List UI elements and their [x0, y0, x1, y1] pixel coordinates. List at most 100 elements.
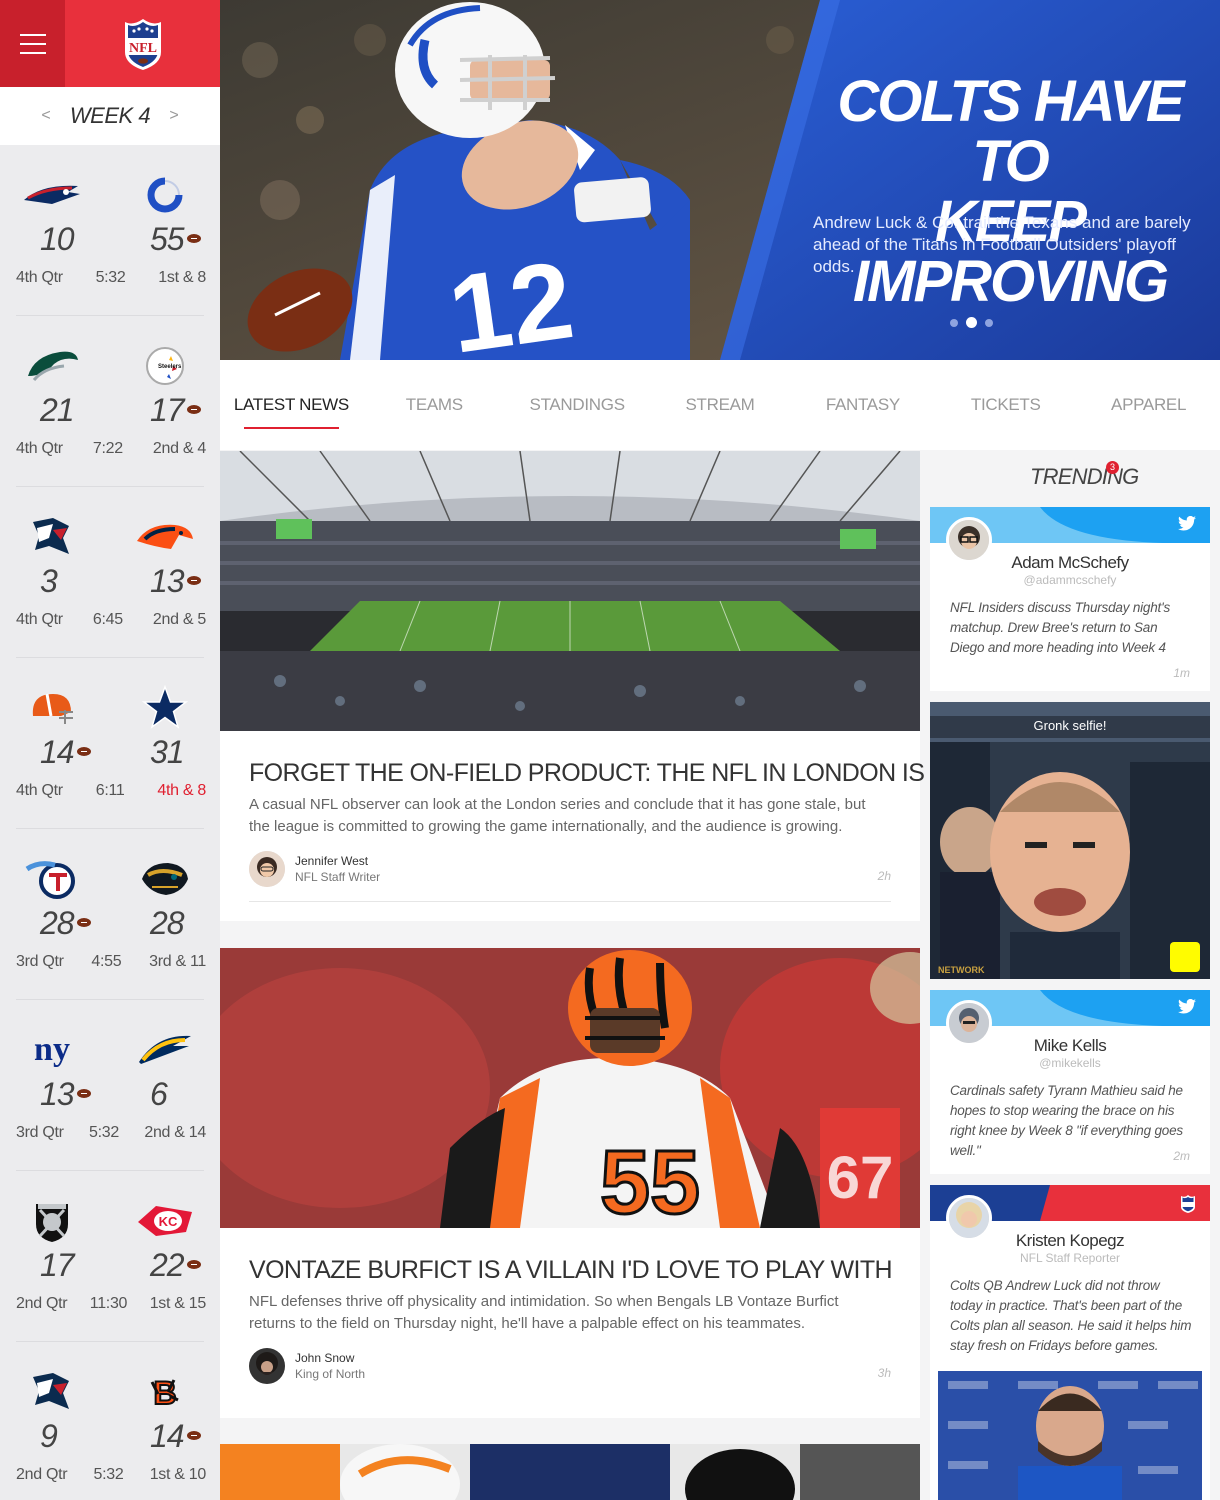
tweet-handle[interactable]: @adammcschefy: [930, 573, 1210, 587]
main-nav-tabs: LATEST NEWS TEAMS STANDINGS STREAM FANTASY TI…: [220, 360, 1220, 450]
reporter-text: Colts QB Andrew Luck did not throw today…: [950, 1278, 1192, 1353]
svg-text:ny: ny: [34, 1031, 70, 1068]
tab-apparel[interactable]: APPAREL: [1077, 387, 1220, 423]
author-avatar: [249, 1348, 285, 1384]
game-status: 4th Qtr 6:45 2nd & 5: [16, 611, 206, 629]
hero-banner[interactable]: 12 COLTS HAVE TO KEEP IMPROVING Andrew L…: [220, 0, 1220, 360]
game-status: 2nd Qtr 11:30 1st & 15: [16, 1295, 206, 1313]
game-score-item[interactable]: 10 55 4th Qtr 5:32 1st & 8: [0, 145, 220, 316]
game-clock: 4:55: [91, 953, 122, 970]
game-quarter: 3rd Qtr: [16, 1124, 64, 1141]
possession-football-icon: [186, 576, 201, 586]
home-score: 6: [150, 1076, 168, 1112]
tweet-author-name[interactable]: Adam McSchefy: [930, 553, 1210, 573]
game-quarter: 4th Qtr: [16, 269, 63, 286]
game-score-item[interactable]: 14 31 4th Qtr 6:11 4th & 8: [0, 658, 220, 829]
article-author[interactable]: John Snow King of North: [249, 1348, 365, 1384]
scores-sidebar: NFL < WEEK 4 > 10 55 4th Qtr 5:32 1st & 8 Ste…: [0, 0, 220, 1500]
reporter-card[interactable]: Kristen Kopegz NFL Staff Reporter Colts …: [930, 1185, 1210, 1500]
game-score-item[interactable]: B 9 14 2nd Qtr 5:32 1st & 10: [0, 1342, 220, 1500]
tab-latest-news[interactable]: LATEST NEWS: [220, 387, 363, 429]
colts-logo-icon: [135, 173, 195, 217]
away-score: 3: [40, 563, 58, 599]
carousel-dot[interactable]: [950, 318, 958, 327]
home-score: 14: [150, 1418, 201, 1455]
next-week-button[interactable]: >: [154, 107, 194, 125]
game-status: 4th Qtr 6:11 4th & 8: [16, 782, 206, 800]
game-score-item[interactable]: KC 17 22 2nd Qtr 11:30 1st & 15: [0, 1171, 220, 1342]
tweet-card[interactable]: Mike Kells @mikekells Cardinals safety T…: [930, 990, 1210, 1174]
game-clock: 6:11: [95, 782, 125, 799]
tweet-time: 2m: [1173, 1149, 1190, 1163]
trending-title: TRENDING: [1030, 464, 1139, 489]
home-score: 28: [150, 905, 185, 941]
patriots-logo-icon: [22, 173, 82, 217]
game-score-item[interactable]: Steelers 21 17 4th Qtr 7:22 2nd & 4: [0, 316, 220, 487]
game-status: 4th Qtr 7:22 2nd & 4: [16, 440, 206, 458]
game-quarter: 2nd Qtr: [16, 1295, 68, 1312]
tab-fantasy[interactable]: FANTASY: [791, 387, 934, 423]
down-distance: 1st & 10: [149, 1466, 207, 1483]
article-excerpt: NFL defenses thrive off physicality and …: [249, 1293, 839, 1332]
article-title[interactable]: VONTAZE BURFICT IS A VILLAIN I'D LOVE TO…: [249, 1256, 893, 1285]
raiders-logo-icon: [22, 1199, 82, 1243]
game-quarter: 4th Qtr: [16, 611, 63, 628]
tab-tickets[interactable]: TICKETS: [934, 387, 1077, 423]
game-quarter: 4th Qtr: [16, 440, 63, 457]
possession-football-icon: [186, 1260, 201, 1270]
tweet-card[interactable]: Adam McSchefy @adammcschefy NFL Insiders…: [930, 507, 1210, 691]
texans-logo-icon: [22, 515, 82, 559]
away-score: 28: [40, 905, 91, 942]
snap-caption: Gronk selfie!: [1033, 718, 1107, 733]
steelers-logo-icon: Steelers: [135, 344, 195, 388]
article-author[interactable]: Jennifer West NFL Staff Writer: [249, 851, 380, 887]
tweet-text: NFL Insiders discuss Thursday night's ma…: [950, 600, 1171, 655]
down-distance: 1st & 15: [149, 1295, 207, 1312]
article-time: 3h: [877, 1366, 891, 1380]
down-distance: 1st & 8: [158, 269, 206, 286]
game-score-item[interactable]: 28 28 3rd Qtr 4:55 3rd & 11: [0, 829, 220, 1000]
bengals-player-image: 67 55: [220, 948, 920, 1228]
snapchat-card[interactable]: NETWORK Gronk selfie!: [930, 702, 1210, 979]
news-article-card[interactable]: FORGET THE ON-FIELD PRODUCT: THE NFL IN …: [220, 451, 1049, 921]
down-distance: 2nd & 5: [152, 611, 206, 628]
possession-football-icon: [186, 234, 201, 244]
home-score: 22: [150, 1247, 201, 1284]
stadium-image: [220, 451, 920, 731]
hero-subtitle: Andrew Luck & Co. trail the Texans and a…: [813, 213, 1191, 276]
game-clock: 5:32: [89, 1124, 119, 1141]
author-role: King of North: [295, 1367, 366, 1381]
game-score-item[interactable]: 3 13 4th Qtr 6:45 2nd & 5: [0, 487, 220, 658]
week-label: WEEK 4: [69, 103, 151, 128]
press-conference-image: [938, 1371, 1202, 1500]
game-status: 3rd Qtr 5:32 2nd & 14: [16, 1124, 206, 1142]
reporter-name[interactable]: Kristen Kopegz: [930, 1231, 1210, 1251]
carousel-dot[interactable]: [985, 318, 993, 327]
carousel-dots: [950, 317, 993, 328]
article-image: [220, 1444, 920, 1500]
hamburger-menu-icon[interactable]: [0, 0, 65, 87]
tweet-handle[interactable]: @mikekells: [930, 1056, 1210, 1070]
prev-week-button[interactable]: <: [26, 107, 66, 125]
news-article-card[interactable]: [220, 1444, 920, 1500]
browns-logo-icon: [22, 686, 82, 730]
broncos-logo-icon: [135, 515, 195, 559]
game-clock: 5:32: [95, 269, 126, 286]
tab-standings[interactable]: STANDINGS: [506, 387, 649, 423]
nfl-logo-icon[interactable]: NFL: [65, 0, 220, 87]
game-score-item[interactable]: ny 13 6 3rd Qtr 5:32 2nd & 14: [0, 1000, 220, 1171]
article-excerpt: A casual NFL observer can look at the Lo…: [249, 796, 866, 835]
svg-text:NETWORK: NETWORK: [938, 965, 985, 975]
twitter-bird-icon: [1178, 515, 1196, 536]
possession-football-icon: [76, 918, 91, 928]
tab-stream[interactable]: STREAM: [649, 387, 792, 423]
down-distance: 2nd & 4: [152, 440, 206, 457]
news-article-card[interactable]: 67 55 VONTAZE BURFICT IS A VILLAIN I'D L…: [220, 948, 920, 1418]
carousel-dot[interactable]: [966, 317, 977, 328]
possession-football-icon: [76, 747, 91, 757]
tweet-author-name[interactable]: Mike Kells: [930, 1036, 1210, 1056]
tab-teams[interactable]: TEAMS: [363, 387, 506, 423]
article-title[interactable]: FORGET THE ON-FIELD PRODUCT: THE NFL IN …: [249, 759, 1049, 788]
svg-text:55: 55: [600, 1133, 700, 1228]
away-score: 9: [40, 1418, 58, 1454]
